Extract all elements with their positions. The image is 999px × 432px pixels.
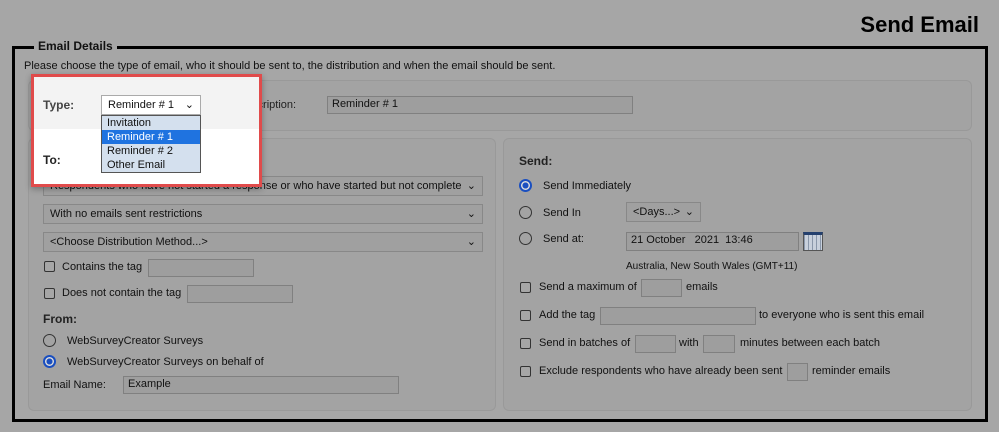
section-legend: Email Details (34, 39, 117, 53)
description-input[interactable]: Reminder # 1 (327, 96, 633, 114)
not-contains-tag-input[interactable] (187, 285, 293, 303)
send-immediately-radio[interactable] (519, 179, 532, 192)
batches-label: Send in batches of (539, 337, 631, 349)
timezone: Australia, New South Wales (GMT+11) (626, 261, 798, 272)
contains-tag-label: Contains the tag (62, 261, 143, 273)
max-emails-input[interactable] (641, 279, 682, 297)
from-label: From: (43, 312, 77, 326)
not-contains-tag-label: Does not contain the tag (62, 287, 182, 299)
type-option-other-email[interactable]: Other Email (102, 158, 200, 172)
type-label: Type: (43, 98, 75, 112)
days-value: <Days...> (633, 206, 681, 218)
exclude-label: Exclude respondents who have already bee… (539, 365, 783, 377)
add-tag-checkbox[interactable] (520, 310, 531, 321)
datetime-input[interactable]: 21 October 2021 13:46 (626, 232, 799, 251)
instructions: Please choose the type of email, who it … (24, 60, 556, 72)
send-label: Send: (519, 154, 553, 168)
to-label: To: (43, 153, 61, 167)
contains-tag-input[interactable] (148, 259, 254, 277)
exclude-checkbox[interactable] (520, 366, 531, 377)
calendar-icon[interactable] (803, 232, 823, 251)
batches-checkbox[interactable] (520, 338, 531, 349)
contains-tag-checkbox[interactable] (44, 261, 55, 272)
chevron-down-icon: ⌄ (466, 236, 476, 248)
not-contains-tag-checkbox[interactable] (44, 288, 55, 299)
from-option1-label: WebSurveyCreator Surveys (67, 335, 204, 347)
batch-size-input[interactable] (635, 335, 676, 353)
email-name-label: Email Name: (43, 379, 106, 391)
send-in-label: Send In (543, 207, 581, 219)
add-tag-label: Add the tag (539, 309, 596, 321)
send-at-radio[interactable] (519, 232, 532, 245)
restrictions-select[interactable]: With no emails sent restrictions ⌄ (43, 204, 483, 224)
type-dropdown-list: Invitation Reminder # 1 Reminder # 2 Oth… (101, 115, 201, 173)
add-tag-input[interactable] (600, 307, 756, 325)
days-select[interactable]: <Days...> ⌄ (626, 202, 701, 222)
chevron-down-icon: ⌄ (466, 208, 476, 220)
batches-suffix: minutes between each batch (740, 337, 881, 349)
max-emails-label: Send a maximum of (539, 281, 637, 293)
max-emails-checkbox[interactable] (520, 282, 531, 293)
send-at-label: Send at: (543, 233, 584, 245)
restrictions-value: With no emails sent restrictions (50, 208, 203, 220)
page-title: Send Email (860, 12, 979, 37)
from-option1-radio[interactable] (43, 334, 56, 347)
send-in-radio[interactable] (519, 206, 532, 219)
batch-minutes-input[interactable] (703, 335, 735, 353)
type-value: Reminder # 1 (108, 99, 175, 111)
chevron-down-icon: ⌄ (184, 99, 194, 111)
add-tag-suffix: to everyone who is sent this email (759, 309, 925, 321)
chevron-down-icon: ⌄ (684, 206, 694, 218)
email-name-input[interactable]: Example (123, 376, 399, 394)
distribution-select[interactable]: <Choose Distribution Method...> ⌄ (43, 232, 483, 252)
exclude-count-input[interactable] (787, 363, 808, 381)
type-option-reminder-1[interactable]: Reminder # 1 (102, 130, 200, 144)
exclude-suffix: reminder emails (812, 365, 891, 377)
type-option-invitation[interactable]: Invitation (102, 116, 200, 130)
type-option-reminder-2[interactable]: Reminder # 2 (102, 144, 200, 158)
type-select[interactable]: Reminder # 1 ⌄ (101, 95, 201, 115)
from-option2-label: WebSurveyCreator Surveys on behalf of (67, 356, 264, 368)
batches-with: with (679, 337, 699, 349)
send-immediately-label: Send Immediately (543, 180, 632, 192)
chevron-down-icon: ⌄ (466, 180, 476, 192)
distribution-value: <Choose Distribution Method...> (50, 236, 208, 248)
from-option2-radio[interactable] (43, 355, 56, 368)
max-emails-suffix: emails (686, 281, 718, 293)
